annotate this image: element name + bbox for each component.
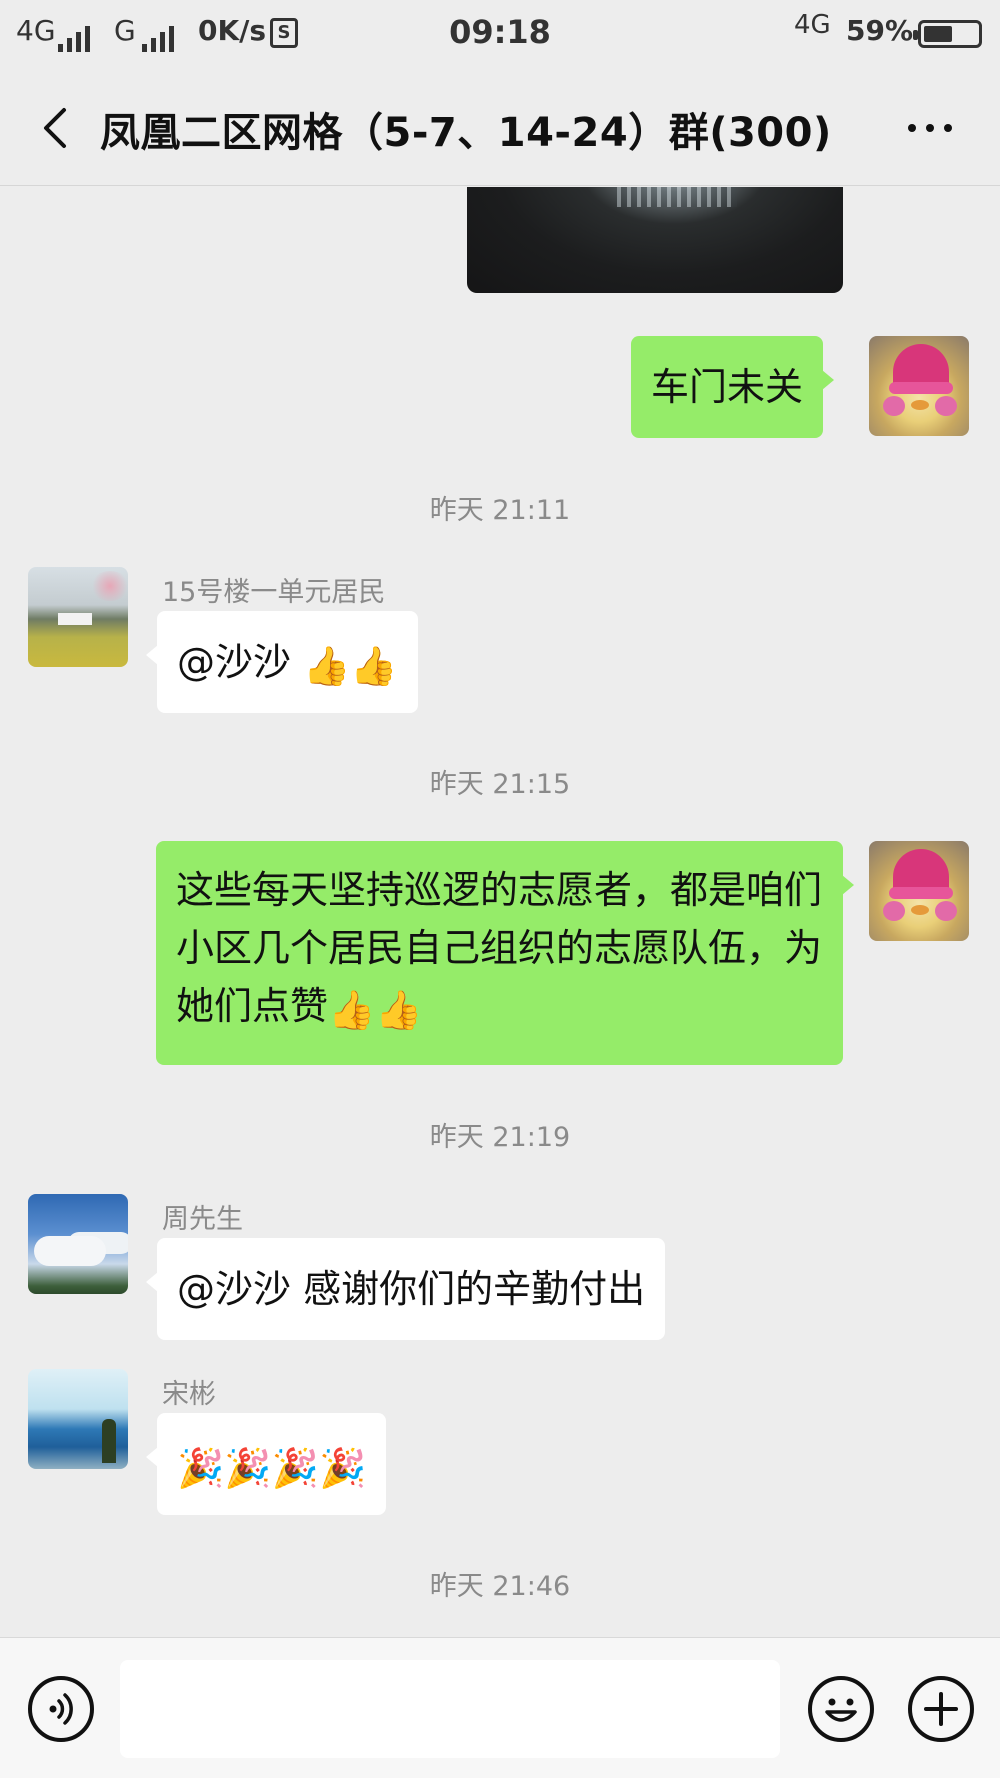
message-bubble-outgoing[interactable]: 车门未关 <box>631 336 835 438</box>
network-type-right: 4G <box>794 10 831 40</box>
smiley-icon[interactable] <box>808 1676 874 1742</box>
timestamp: 昨天 21:11 <box>429 495 571 526</box>
message-text: 这些每天坚持巡逻的志愿者，都是咱们小区几个居民自己组织的志愿队伍，为她们点赞 <box>176 868 823 1028</box>
message-bubble-incoming[interactable]: @沙沙 👍👍 <box>146 611 418 713</box>
sender-name: 15号楼一单元居民 <box>162 577 386 608</box>
message-text: @沙沙 感谢你们的辛勤付出 <box>177 1267 646 1311</box>
ellipsis-icon[interactable] <box>902 110 958 146</box>
status-bar: 4G G 0K/s S 09:18 4G 59% <box>0 0 1000 70</box>
chat-title: 凤凰二区网格（5-7、14-24）群(300) <box>100 110 832 156</box>
timestamp: 昨天 21:19 <box>429 1122 571 1153</box>
sender-name: 宋彬 <box>162 1379 216 1410</box>
message-input[interactable] <box>120 1660 780 1758</box>
battery-icon <box>913 20 982 48</box>
sender-name: 周先生 <box>162 1204 243 1235</box>
message-list[interactable]: 车门未关 昨天 21:11 15号楼一单元居民 @沙沙 👍👍 昨天 21:15 … <box>0 187 1000 1637</box>
timestamp: 昨天 21:46 <box>429 1571 571 1602</box>
avatar-sender[interactable] <box>28 1194 128 1294</box>
input-bar <box>0 1637 1000 1778</box>
party-popper-icon: 🎉🎉🎉🎉 <box>177 1446 367 1490</box>
plus-icon[interactable] <box>908 1676 974 1742</box>
image-message[interactable] <box>467 187 843 293</box>
thumbs-up-icon: 👍👍 <box>303 644 398 688</box>
timestamp: 昨天 21:15 <box>429 769 571 800</box>
message-bubble-incoming[interactable]: 🎉🎉🎉🎉 <box>145 1413 387 1515</box>
battery-percent: 59% <box>846 14 914 47</box>
chevron-left-icon[interactable] <box>36 106 76 150</box>
message-bubble-outgoing[interactable]: 这些每天坚持巡逻的志愿者，都是咱们小区几个居民自己组织的志愿队伍，为她们点赞👍👍 <box>156 841 854 1065</box>
nav-bar: 凤凰二区网格（5-7、14-24）群(300) <box>0 70 1000 186</box>
avatar-self[interactable] <box>869 841 969 941</box>
avatar-sender[interactable] <box>28 1369 128 1469</box>
thumbs-up-icon: 👍👍 <box>328 988 423 1032</box>
message-text: 车门未关 <box>651 365 804 409</box>
chat-screen: 4G G 0K/s S 09:18 4G 59% 凤凰二区网格（5-7、14-2… <box>0 0 1000 1778</box>
message-text: @沙沙 <box>177 640 304 684</box>
voice-icon[interactable] <box>28 1676 94 1742</box>
avatar-sender[interactable] <box>28 567 128 667</box>
message-bubble-incoming[interactable]: @沙沙 感谢你们的辛勤付出 <box>145 1238 666 1340</box>
avatar-self[interactable] <box>869 336 969 436</box>
